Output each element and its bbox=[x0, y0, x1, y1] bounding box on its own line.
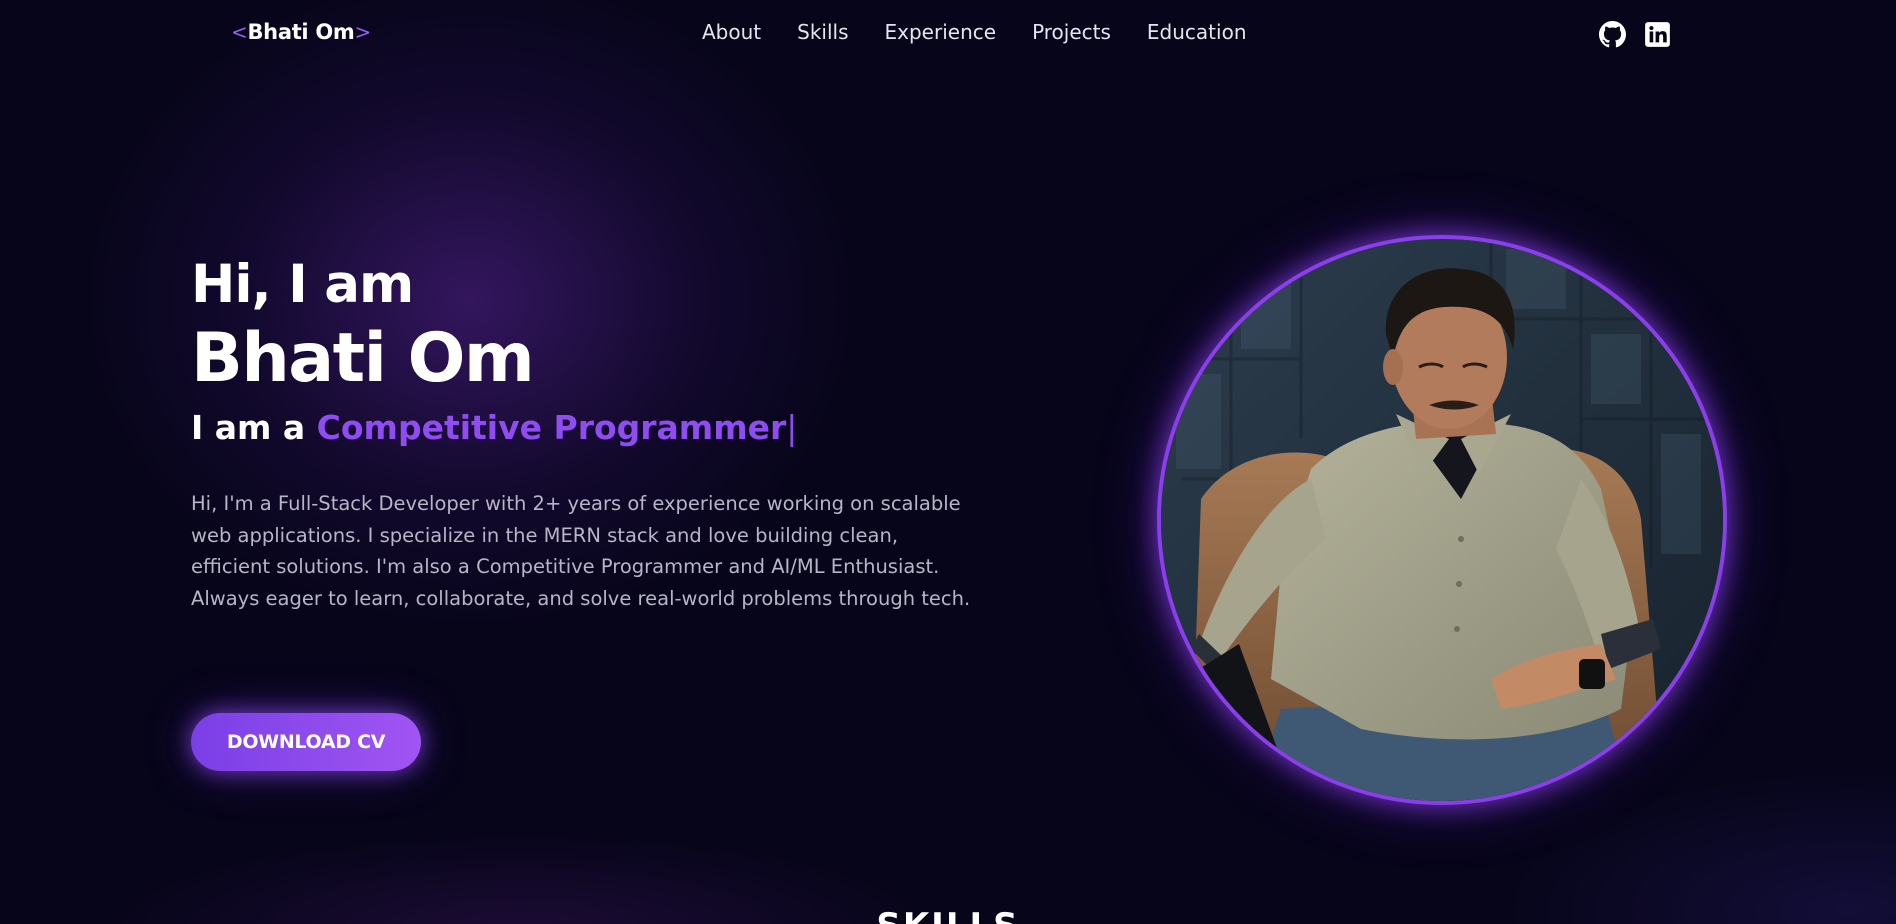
portfolio-page: <Bhati Om> About Skills Experience Proje… bbox=[0, 0, 1896, 924]
download-cv-button[interactable]: DOWNLOAD CV bbox=[191, 713, 421, 771]
nav-link-projects[interactable]: Projects bbox=[1032, 20, 1111, 44]
logo-close-bracket: > bbox=[354, 20, 371, 44]
logo-text: Bhati Om bbox=[247, 20, 355, 44]
nav-link-about[interactable]: About bbox=[702, 20, 761, 44]
logo-open-bracket: < bbox=[231, 20, 248, 44]
site-logo[interactable]: <Bhati Om> bbox=[231, 20, 371, 44]
nav-link-skills[interactable]: Skills bbox=[797, 20, 848, 44]
linkedin-icon[interactable] bbox=[1644, 21, 1671, 48]
profile-photo-illustration bbox=[1161, 239, 1723, 801]
hero-role-prefix: I am a bbox=[191, 408, 317, 447]
profile-photo bbox=[1157, 235, 1727, 805]
nav-link-education[interactable]: Education bbox=[1147, 20, 1247, 44]
skills-section-heading: SKILLS bbox=[0, 906, 1896, 924]
top-navbar: <Bhati Om> About Skills Experience Proje… bbox=[0, 0, 1896, 68]
hero-greeting: Hi, I am bbox=[191, 254, 414, 315]
github-icon[interactable] bbox=[1599, 21, 1626, 48]
hero-role-typed: Competitive Programmer bbox=[316, 408, 787, 447]
hero-description: Hi, I'm a Full-Stack Developer with 2+ y… bbox=[191, 492, 971, 610]
nav-link-experience[interactable]: Experience bbox=[885, 20, 997, 44]
hero-role-line: I am a Competitive Programmer| bbox=[191, 408, 798, 447]
typing-caret: | bbox=[786, 408, 798, 447]
nav-links: About Skills Experience Projects Educati… bbox=[702, 20, 1283, 44]
social-links bbox=[1599, 21, 1671, 48]
hero-name: Bhati Om bbox=[191, 319, 535, 398]
